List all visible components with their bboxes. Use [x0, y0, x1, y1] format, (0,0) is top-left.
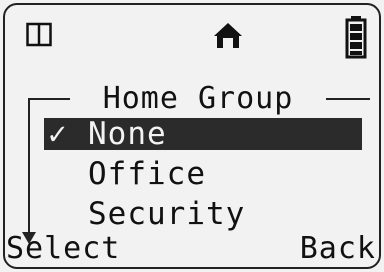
group-border-left — [28, 98, 70, 100]
phone-screen: Home Group ✓ None Office Security Select… — [0, 0, 384, 272]
group-title: Home Group — [70, 82, 326, 116]
back-softkey[interactable]: Back — [300, 232, 376, 266]
home-icon — [213, 22, 243, 54]
check-icon: ✓ — [48, 116, 68, 152]
book-icon — [26, 22, 52, 52]
scroll-indicator-line — [28, 98, 30, 234]
menu-item-label: None — [88, 116, 167, 152]
menu-item-label: Security — [88, 196, 246, 232]
menu-item-office[interactable]: Office — [44, 158, 362, 190]
select-softkey[interactable]: Select — [6, 232, 120, 266]
menu-item-security[interactable]: Security — [44, 198, 362, 230]
menu-item-none[interactable]: ✓ None — [44, 118, 362, 150]
battery-icon — [345, 15, 367, 63]
menu-item-label: Office — [88, 156, 206, 192]
group-border-right — [326, 98, 370, 100]
